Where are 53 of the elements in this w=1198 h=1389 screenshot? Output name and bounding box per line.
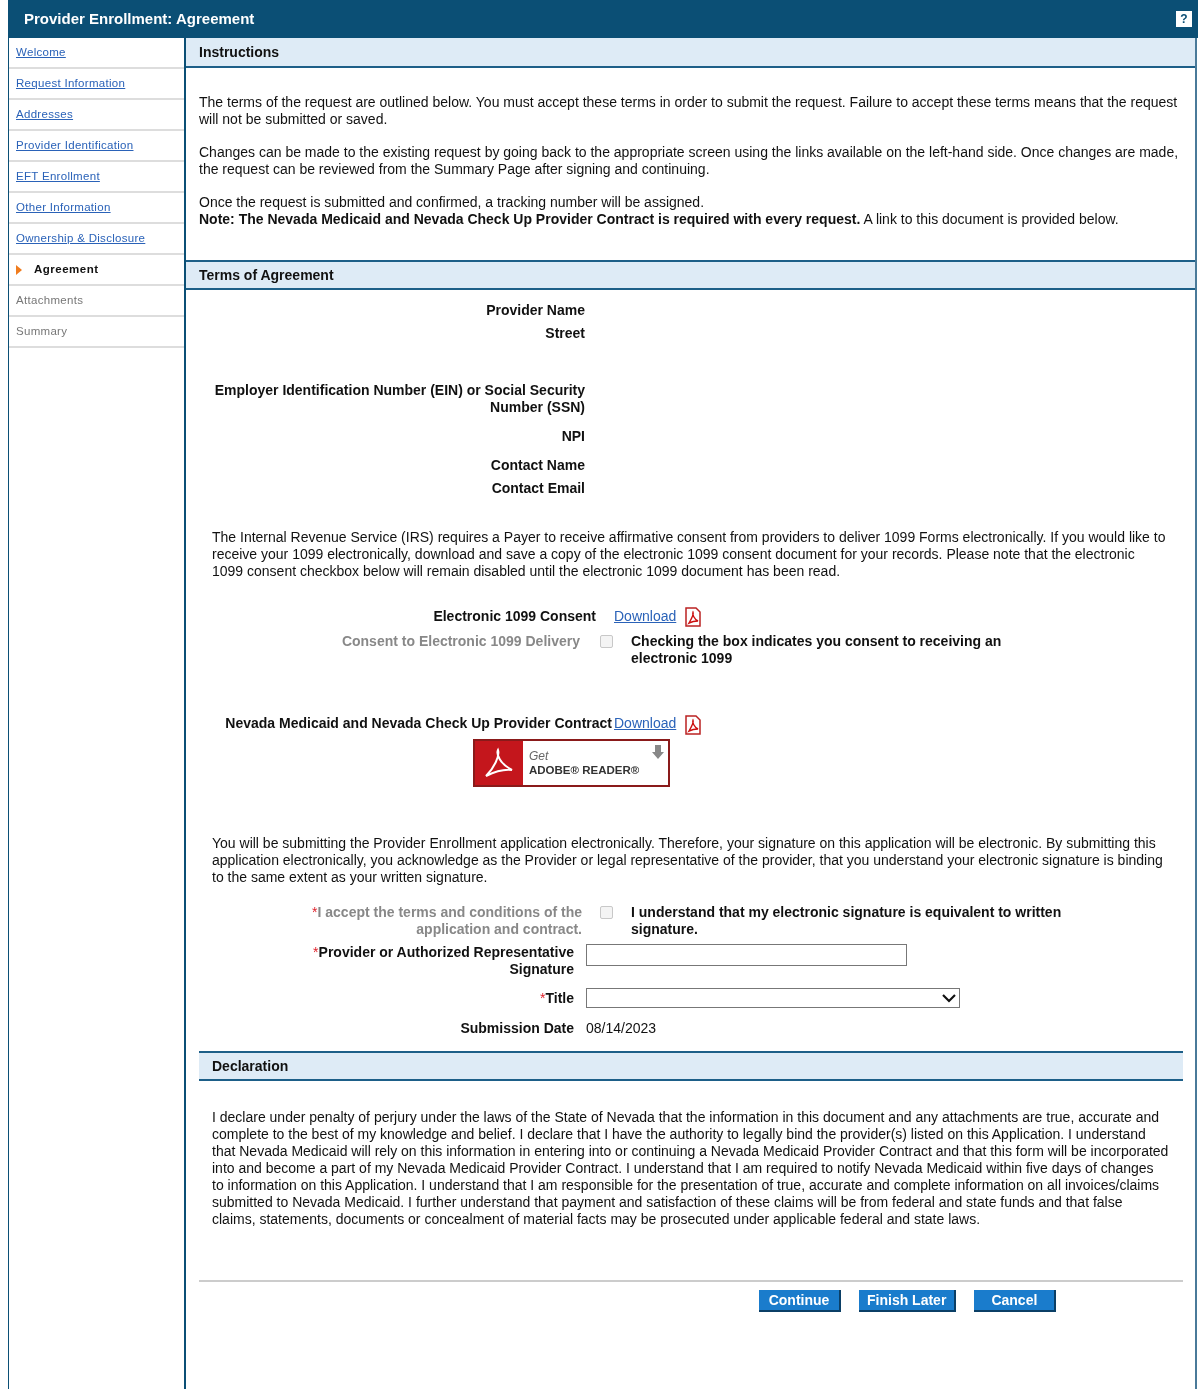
action-button[interactable]: Continue [759, 1290, 841, 1312]
field-label: Street [544, 325, 585, 342]
instruction-text: Changes can be made to the existing request by going back to the appropriate screen using the links available on the left-hand side. Once changes are made, the request can be reviewed from the Summary Page after signing and continuing. [199, 144, 1180, 178]
field-label: Provider Name [485, 302, 585, 319]
download-link[interactable]: Download [614, 606, 677, 627]
sidebar-item: Attachments [16, 292, 84, 308]
action-button[interactable]: Cancel [974, 1290, 1057, 1312]
signature-notice: You will be submitting the Provider Enrollment application electronically. Therefore, your signature on this application will be electronic. By submitting this application electronically, you acknowledge as the Provider or legal representative of the provider, that you understand your electronic signature is binding to the same extent as your written signature. [212, 835, 1164, 886]
sidebar-item[interactable]: Provider Identification [16, 136, 134, 155]
section-header: Declaration [199, 1051, 1183, 1081]
adobe-text: Get [529, 749, 549, 763]
field-label: NPI [560, 428, 585, 445]
field-label: *Provider or Authorized Representative Signature [312, 944, 574, 978]
declaration-text: I declare under penalty of perjury under the laws of the State of Nevada that the information in this document and any attachments are true, accurate and complete to the best of my knowledge and belief. I declare that I have the authority to legally bind the provider(s) listed on this Application. I understand that Nevada Medicaid will rely on this information in entering into or continuing a Nevada Medicaid Provider Contract and that this form will be incorporated into and become a part of my Nevada Medicaid Provider Contract. I understand that I am required to notify Nevada Medicaid within five days of changes to information on this Application. I understand that I am responsible for the presentation of true, accurate and complete information on all invoices/claims submitted to Nevada Medicaid. I further understand that payment and satisfaction of these claims will be from federal and state funds and that false claims, statements, documents or concealment of material facts may be prosecuted under applicable federal and state laws. [211, 1108, 1170, 1228]
section-header: Instructions [186, 38, 1195, 68]
field-label: Contact Name [489, 457, 585, 474]
pdf-icon [684, 715, 703, 735]
get-reader-button[interactable]: Get ADOBE® READER® [473, 739, 670, 787]
window-title: Provider Enrollment: Agreement [24, 8, 255, 29]
sidebar-item[interactable]: Request Information [16, 74, 126, 93]
instruction-text: The terms of the request are outlined below. You must accept these terms in order to submit the request. Failure to accept these terms means that the request will not be submitted or saved. [199, 94, 1179, 128]
checkbox-label: I understand that my electronic signature is equivalent to written signature. [631, 904, 1063, 938]
checkbox-label: Checking the box indicates you consent to receiving an electronic 1099 [631, 633, 1003, 667]
instruction-text: Note: The Nevada Medicaid and Nevada Check Up Provider Contract is required with every request. A link to this document is provided below. [199, 211, 1120, 228]
sidebar-item: Summary [16, 323, 68, 339]
signature-field[interactable] [586, 944, 907, 966]
pdf-icon [684, 606, 703, 627]
help-button[interactable]: ? [1176, 11, 1192, 27]
arrow-icon [16, 264, 22, 275]
section-header: Terms of Agreement [186, 260, 1195, 290]
date-value: 08/14/2023 [586, 1019, 657, 1038]
sidebar-item[interactable]: Ownership & Disclosure [16, 229, 146, 248]
adobe-text: ADOBE® READER® [529, 763, 640, 777]
field-label: Nevada Medicaid and Nevada Check Up Provider Contract [224, 715, 612, 733]
sidebar-item[interactable]: Other Information [16, 198, 111, 217]
title-dropdown[interactable] [586, 988, 960, 1008]
chevron-down-icon [942, 993, 956, 1003]
consent-notice: The Internal Revenue Service (IRS) requires a Payer to receive affirmative consent from providers to deliver 1099 Forms electronically. If you would like to receive your 1099 electronically, download and save a copy of the electronic 1099 consent document for your records. Please note that the electronic 1099 consent checkbox below will remain disabled until the electronic 1099 document has been read. [212, 529, 1167, 580]
action-button[interactable]: Finish Later [859, 1290, 957, 1312]
sidebar-item[interactable]: Addresses [16, 105, 74, 124]
sidebar-item[interactable]: Welcome [16, 43, 66, 62]
field-label: Employer Identification Number (EIN) or Social Security Number (SSN) [213, 382, 585, 416]
sidebar-item[interactable]: EFT Enrollment [16, 167, 100, 186]
download-icon [652, 745, 664, 759]
download-link[interactable]: Download [614, 715, 677, 732]
field-label: Electronic 1099 Consent [432, 607, 596, 626]
sidebar-item[interactable]: Agreement [34, 260, 99, 279]
field-label: Contact Email [490, 480, 585, 497]
instruction-text: Once the request is submitted and confirmed, a tracking number will be assigned. [199, 194, 706, 211]
field-label: *Title [539, 989, 574, 1007]
field-label: Consent to Electronic 1099 Delivery [340, 633, 580, 651]
field-label: *I accept the terms and conditions of the application and contract. [311, 904, 582, 938]
field-label: Submission Date [459, 1019, 574, 1038]
